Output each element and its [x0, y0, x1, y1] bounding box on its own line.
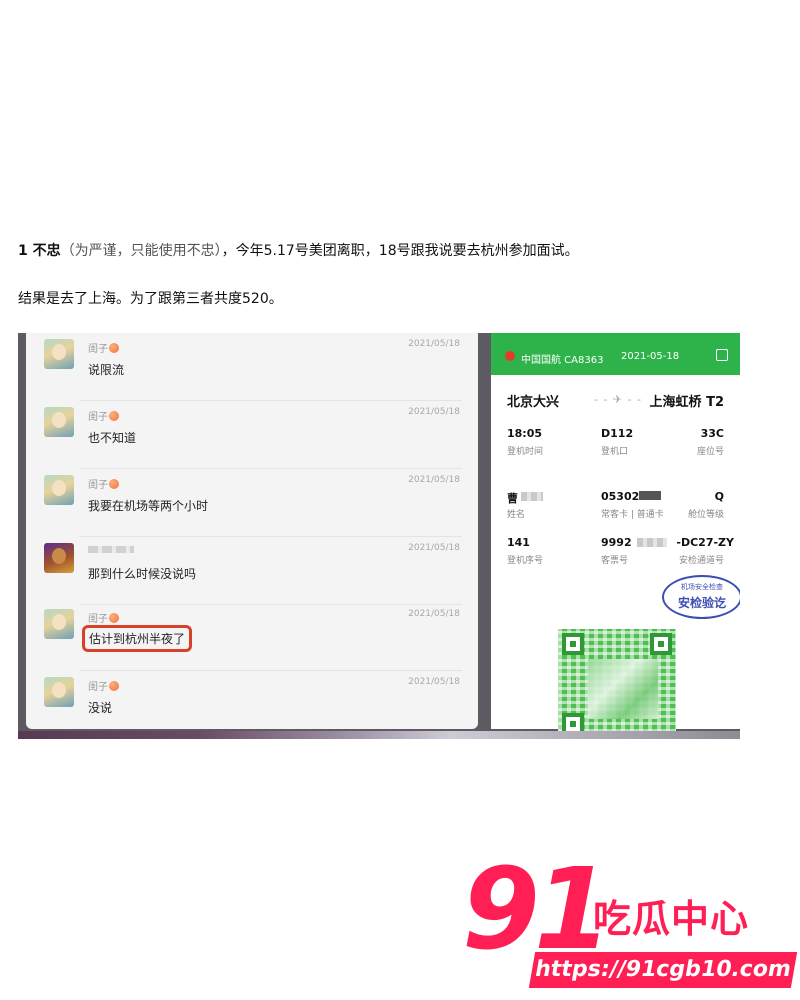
message-date: 2021/05/18	[408, 677, 460, 687]
seat-label: 座位号	[696, 447, 724, 457]
qr-finder	[562, 633, 584, 655]
avatar	[44, 407, 74, 437]
stamp-main-text: 安检验讫	[677, 596, 726, 610]
ticket-label: 客票号	[601, 556, 629, 566]
message-text: 说限流	[88, 363, 125, 377]
peach-icon	[109, 613, 119, 623]
security-lane: -DC27-ZY	[676, 536, 734, 549]
sender-name: 闺子	[88, 476, 119, 491]
cabin-label: 舱位等级	[687, 510, 724, 520]
passenger-name: 曹	[507, 492, 518, 505]
sender-name: 闺子	[88, 408, 119, 423]
blurred-ffp	[639, 491, 661, 500]
sender-name: 闺子	[88, 340, 119, 355]
paragraph-1-rest: ，今年5.17号美团离职，18号跟我说要去杭州参加面试。	[221, 243, 579, 259]
departure-airport: 北京大兴	[507, 395, 560, 410]
plane-icon: - - ✈ - -	[594, 393, 643, 406]
avatar	[44, 543, 74, 573]
message-date: 2021/05/18	[408, 543, 460, 553]
blurred-sender-name	[88, 546, 134, 553]
paragraph-1-paren: （为严谨，只能使用不忠）	[60, 243, 222, 259]
boarding-sequence: 141	[507, 536, 530, 549]
peach-icon	[109, 343, 119, 353]
ffp-label: 常客卡 | 普通卡	[601, 510, 664, 520]
chat-message: 闺子 2021/05/18 估计到杭州半夜了	[26, 603, 478, 671]
paragraph-1-bold: 1 不忠	[18, 243, 61, 259]
qr-code	[558, 629, 676, 739]
paragraph-1: 1 不忠（为严谨，只能使用不忠），今年5.17号美团离职，18号跟我说要去杭州参…	[18, 241, 579, 261]
avatar	[44, 339, 74, 369]
chat-message: 闺子 2021/05/18 没说	[26, 671, 478, 739]
message-date: 2021/05/18	[408, 339, 460, 349]
peach-icon	[109, 411, 119, 421]
chat-message: 闺子 2021/05/18 我要在机场等两个小时	[26, 469, 478, 537]
ticket-number: 9992	[601, 536, 632, 549]
boarding-pass-header: 中国国航 CA8363 2021-05-18	[491, 333, 740, 375]
message-text: 我要在机场等两个小时	[88, 499, 209, 513]
qr-finder	[650, 633, 672, 655]
gate: D112	[601, 427, 634, 440]
boarding-time: 18:05	[507, 427, 543, 440]
sender-name: 闺子	[88, 678, 119, 693]
airline-logo-icon	[505, 351, 515, 361]
message-date: 2021/05/18	[408, 475, 460, 485]
gate-label: 登机口	[601, 447, 629, 457]
airline-flight: 中国国航 CA8363	[521, 355, 604, 366]
security-stamp: 机场安全检查 安检验讫	[662, 575, 740, 619]
watermark-url: https://91cgb10.com	[528, 952, 798, 988]
message-text: 没说	[88, 701, 113, 715]
message-text: 也不知道	[88, 431, 137, 445]
chat-message: 闺子 2021/05/18 说限流	[26, 333, 478, 401]
peach-icon	[109, 681, 119, 691]
message-date: 2021/05/18	[408, 609, 460, 619]
cabin-class: Q	[714, 490, 724, 503]
screenshot-bottom-strip	[18, 731, 740, 739]
sequence-label: 登机序号	[507, 556, 544, 566]
chat-message: 闺子 2021/05/18 也不知道	[26, 401, 478, 469]
chat-panel: 闺子 2021/05/18 说限流 闺子 2021/05/18 也不知道 闺子 …	[26, 333, 478, 729]
boarding-time-label: 登机时间	[507, 447, 544, 457]
chat-message: 2021/05/18 那到什么时候没说吗	[26, 537, 478, 605]
qr-mosaic	[588, 659, 658, 719]
avatar	[44, 609, 74, 639]
seat: 33C	[700, 427, 724, 440]
message-text: 那到什么时候没说吗	[88, 567, 197, 581]
watermark-text: 吃瓜中心	[593, 897, 750, 941]
watermark-number: 91	[462, 845, 612, 975]
sender-name: 闺子	[88, 610, 119, 625]
blurred-name	[521, 492, 543, 501]
lane-label: 安检通道号	[678, 556, 724, 566]
avatar	[44, 677, 74, 707]
highlighted-message-text: 估计到杭州半夜了	[82, 625, 193, 652]
boarding-pass: 中国国航 CA8363 2021-05-18 北京大兴 - - ✈ - - 上海…	[491, 333, 740, 739]
peach-icon	[109, 479, 119, 489]
flight-date: 2021-05-18	[621, 351, 680, 362]
stamp-top-text: 机场安全检查	[681, 583, 723, 591]
embedded-screenshot: 闺子 2021/05/18 说限流 闺子 2021/05/18 也不知道 闺子 …	[18, 333, 740, 739]
avatar	[44, 475, 74, 505]
name-label: 姓名	[507, 510, 526, 520]
frequent-flyer-number: 05302	[601, 490, 640, 503]
message-date: 2021/05/18	[408, 407, 460, 417]
share-icon[interactable]	[716, 349, 728, 361]
arrival-airport: 上海虹桥 T2	[649, 395, 724, 410]
paragraph-2: 结果是去了上海。为了跟第三者共度520。	[18, 291, 283, 307]
blurred-ticket	[637, 538, 667, 547]
